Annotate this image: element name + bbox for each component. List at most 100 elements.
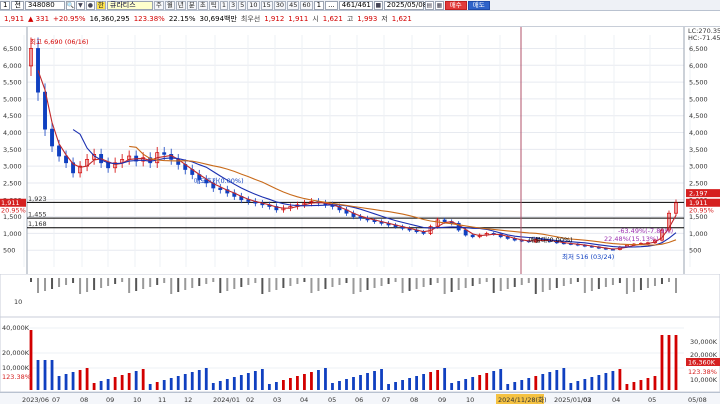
volume-bar [99,381,103,390]
counter-input[interactable]: 1 [313,0,325,10]
market-select[interactable]: 전 [11,0,24,10]
minute-15[interactable]: 15 [260,0,273,10]
volume-bar [260,369,264,390]
period-week[interactable]: 주 [153,0,164,10]
indicator-panel[interactable]: 10 [0,274,720,317]
volume-bar [120,375,124,390]
candle-body [442,219,447,222]
price-tick-right: 5,000 [689,95,708,103]
indicator-bar [611,278,614,285]
volume-bar [520,380,524,390]
market-badge: 한 [95,0,106,10]
buy-button[interactable]: 매수 [444,0,467,10]
volume-panel[interactable]: 40,000K 20,000K 10,000K 30,000K 20,000K … [0,317,720,392]
volume-bar [331,383,334,390]
period-month[interactable]: 월 [164,0,175,10]
volume-bar [660,335,664,390]
volume-bar [485,373,489,390]
period-year[interactable]: 년 [175,0,186,10]
price-tick-left: 5,000 [3,95,22,103]
minute-60[interactable]: 60 [300,0,313,10]
calendar-icon[interactable]: ▤ [424,0,434,10]
indicator-bar [30,278,32,282]
indicator-bar [79,278,82,294]
period-second[interactable]: 초 [197,0,208,10]
volume-bar [36,360,40,390]
volume-bar [611,371,615,390]
volume-bar [457,381,461,390]
x-axis-label: 2024/11/28(화) [498,396,547,404]
price-left-tags: 1,91120.95% [0,198,26,214]
volume-bar [92,383,96,390]
price-tick-left: 3,000 [3,163,22,171]
volume-bar [380,369,383,390]
indicator-bar [198,278,201,286]
volume-bar [366,373,369,390]
volume-bar [232,377,236,390]
x-axis-label: 05/08 [688,396,707,404]
counter-more[interactable]: ... [325,0,338,10]
volume-bar [162,380,166,390]
price-tick-right: 3,500 [689,146,708,154]
volume-bar [590,377,594,390]
indicator-bar [107,278,110,286]
minute-10[interactable]: 10 [247,0,260,10]
indicator-bar [93,278,96,290]
volume-bar [394,382,397,390]
indicator-bar [660,278,663,284]
volume-bar [450,383,454,390]
lookup-icon[interactable]: ● [85,0,95,10]
x-axis-labels: 2023/06 07 08 09 10 11 12 2024/01 02 03 04 05 06 07 08… [22,394,707,404]
volume-bar [387,384,390,390]
minute-3[interactable]: 3 [228,0,238,10]
indicator-bar [675,278,677,293]
x-axis-label: 08 [410,396,418,404]
indicator-bar [590,278,593,291]
sell-button[interactable]: 매도 [467,0,490,10]
indicator-bar [289,278,292,286]
trade-amount: 30,694백만 [199,14,237,23]
x-axis-label: 03 [273,396,281,404]
search-icon[interactable]: 🔍 [65,0,75,10]
indicator-bar [632,278,635,292]
indicator-bar [639,278,642,290]
volume-bar [197,370,201,390]
chart-toolbar: 1 전 348080 🔍 ▼ ● 한 큐라티스 주 월 년 분 초 틱 1 3 … [0,0,720,11]
volume-bar [597,375,601,390]
stock-code-input[interactable]: 348080 [24,0,65,10]
candle-body [50,128,54,147]
minute-30[interactable]: 30 [273,0,287,10]
indicator-bar [499,278,502,291]
low-price: 1,621 [391,14,412,23]
indicator-bar [429,278,432,285]
price-tick-right: 4,000 [689,129,708,137]
indicator-bar [275,278,278,290]
minute-5[interactable]: 5 [238,0,247,10]
period-minute[interactable]: 분 [186,0,197,10]
dropdown-icon[interactable]: ▼ [75,0,85,10]
indicator-bar [72,278,75,283]
indicator-bar [471,278,474,286]
x-axis-label: 02 [246,396,254,404]
minute-1[interactable]: 1 [219,0,228,10]
price-tick-left: 2,500 [3,179,22,187]
indicator-bar [261,278,264,294]
indicator-bar [625,278,628,294]
volume-bar [408,378,411,390]
x-axis-label: 07 [382,396,390,404]
price-chart[interactable]: 6,500 6,500 6,000 6,000 5,500 5,500 5,000 5,000… [0,27,720,274]
volume-bar [289,378,292,390]
volume-bar [317,370,320,390]
chart-settings-icon[interactable]: ■ [373,0,383,10]
grid-icon[interactable]: ▦ [434,0,444,10]
volume-tick-right-2: 10,000K [690,376,718,384]
indicator-bar [436,278,439,283]
volume-bar [541,374,545,390]
open-label: 시 [312,14,319,23]
minute-45[interactable]: 45 [287,0,300,10]
period-tick[interactable]: 틱 [208,0,219,10]
date-input[interactable]: 2025/05/08 [383,0,427,10]
indicator-bar [534,278,537,294]
volume-bar [653,376,657,390]
slot-number[interactable]: 1 [0,0,11,10]
